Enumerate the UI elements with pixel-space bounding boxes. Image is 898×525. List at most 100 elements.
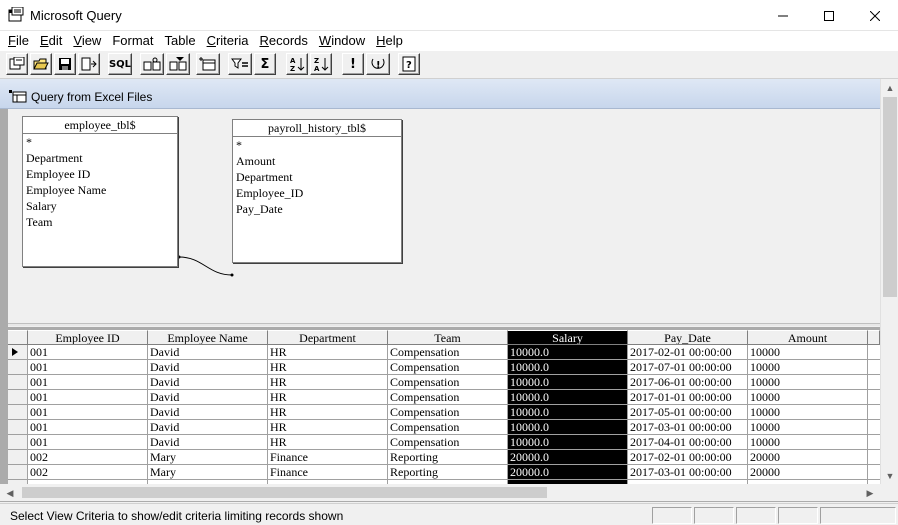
grid-cell[interactable]: 002	[28, 450, 148, 465]
row-selector[interactable]	[8, 390, 28, 405]
grid-cell[interactable]: Compensation	[388, 405, 508, 420]
column-header[interactable]: Employee Name	[148, 330, 268, 345]
grid-cell[interactable]: HR	[268, 405, 388, 420]
row-selector[interactable]	[8, 450, 28, 465]
grid-cell[interactable]: Reporting	[388, 465, 508, 480]
grid-cell[interactable]: HR	[268, 420, 388, 435]
grid-cell[interactable]: 10000.0	[508, 390, 628, 405]
minimize-button[interactable]	[760, 0, 806, 31]
scroll-down-icon[interactable]: ▼	[882, 468, 898, 484]
row-selector[interactable]	[8, 405, 28, 420]
column-header[interactable]: Amount	[748, 330, 868, 345]
field-item[interactable]: Employee Name	[23, 182, 177, 198]
grid-cell[interactable]: 10000	[748, 435, 868, 450]
grid-cell[interactable]: 2017-01-01 00:00:00	[628, 390, 748, 405]
sort-descending-button[interactable]: ZA	[310, 53, 332, 75]
menu-criteria[interactable]: Criteria	[203, 31, 253, 51]
grid-cell[interactable]: 20000	[748, 450, 868, 465]
grid-cell[interactable]: Finance	[268, 450, 388, 465]
grid-cell[interactable]: Compensation	[388, 375, 508, 390]
menu-file[interactable]: File	[4, 31, 33, 51]
grid-cell[interactable]: David	[148, 405, 268, 420]
menu-view[interactable]: View	[69, 31, 105, 51]
field-item[interactable]: Department	[233, 169, 401, 185]
horizontal-scrollbar[interactable]: ◀ ▶	[0, 484, 880, 501]
grid-cell[interactable]: 10000	[748, 390, 868, 405]
grid-cell[interactable]: 10000.0	[508, 375, 628, 390]
menu-window[interactable]: Window	[315, 31, 369, 51]
query-now-button[interactable]: !	[342, 53, 364, 75]
grid-cell[interactable]: 2017-02-01 00:00:00	[628, 345, 748, 360]
grid-cell[interactable]: HR	[268, 375, 388, 390]
table-employee[interactable]: employee_tbl$ * Department Employee ID E…	[22, 116, 178, 267]
grid-cell[interactable]: 002	[28, 465, 148, 480]
grid-cell[interactable]: 001	[28, 375, 148, 390]
totals-button[interactable]: Σ	[254, 53, 276, 75]
grid-cell[interactable]: Compensation	[388, 390, 508, 405]
grid-cell[interactable]: Mary	[148, 465, 268, 480]
field-item[interactable]: Amount	[233, 153, 401, 169]
open-query-button[interactable]	[30, 53, 52, 75]
column-header[interactable]: Salary	[508, 330, 628, 345]
grid-cell[interactable]: David	[148, 435, 268, 450]
grid-cell[interactable]: HR	[268, 360, 388, 375]
field-item[interactable]: Department	[23, 150, 177, 166]
field-item[interactable]: *	[233, 137, 401, 153]
grid-cell[interactable]: Compensation	[388, 420, 508, 435]
criteria-equals-button[interactable]	[228, 53, 252, 75]
column-header[interactable]: Employee ID	[28, 330, 148, 345]
view-sql-button[interactable]: SQL	[108, 53, 132, 75]
grid-cell[interactable]: 2017-04-01 00:00:00	[628, 435, 748, 450]
maximize-button[interactable]	[806, 0, 852, 31]
grid-cell[interactable]: 001	[28, 405, 148, 420]
pane-splitter[interactable]	[8, 323, 880, 326]
grid-cell[interactable]: 20000	[748, 465, 868, 480]
grid-cell[interactable]: 001	[28, 345, 148, 360]
row-selector[interactable]	[8, 375, 28, 390]
row-selector[interactable]	[8, 420, 28, 435]
row-selector[interactable]	[8, 435, 28, 450]
row-selector[interactable]	[8, 345, 28, 360]
grid-cell[interactable]: 001	[28, 390, 148, 405]
menu-records[interactable]: Records	[255, 31, 311, 51]
grid-cell[interactable]: 20000.0	[508, 450, 628, 465]
grid-cell[interactable]: 2017-03-01 00:00:00	[628, 420, 748, 435]
table-payroll-history[interactable]: payroll_history_tbl$ * Amount Department…	[232, 119, 402, 263]
grid-cell[interactable]: 2017-03-01 00:00:00	[628, 465, 748, 480]
grid-cell[interactable]: 10000.0	[508, 405, 628, 420]
show-tables-button[interactable]	[140, 53, 164, 75]
vertical-scroll-thumb[interactable]	[883, 97, 897, 297]
column-header[interactable]: Department	[268, 330, 388, 345]
grid-cell[interactable]: HR	[268, 345, 388, 360]
field-item[interactable]: *	[23, 134, 177, 150]
grid-cell[interactable]: 10000	[748, 345, 868, 360]
column-header[interactable]: Pay_Date	[628, 330, 748, 345]
row-selector[interactable]	[8, 465, 28, 480]
grid-cell[interactable]: 2017-02-01 00:00:00	[628, 450, 748, 465]
grid-cell[interactable]: 2017-06-01 00:00:00	[628, 375, 748, 390]
return-data-button[interactable]	[78, 53, 100, 75]
grid-cell[interactable]: Finance	[268, 465, 388, 480]
grid-cell[interactable]: David	[148, 390, 268, 405]
grid-cell[interactable]: 10000.0	[508, 420, 628, 435]
scroll-right-icon[interactable]: ▶	[862, 485, 878, 501]
show-criteria-button[interactable]	[166, 53, 190, 75]
grid-corner-cell[interactable]	[8, 330, 28, 345]
grid-cell[interactable]: HR	[268, 435, 388, 450]
add-tables-button[interactable]	[196, 53, 220, 75]
field-item[interactable]: Pay_Date	[233, 201, 401, 217]
grid-cell[interactable]: David	[148, 375, 268, 390]
column-header[interactable]: Team	[388, 330, 508, 345]
grid-cell[interactable]: David	[148, 420, 268, 435]
horizontal-scroll-thumb[interactable]	[22, 487, 547, 498]
grid-cell[interactable]: 10000	[748, 420, 868, 435]
grid-cell[interactable]: David	[148, 345, 268, 360]
scroll-left-icon[interactable]: ◀	[2, 485, 18, 501]
auto-query-button[interactable]: !	[366, 53, 390, 75]
grid-cell[interactable]: HR	[268, 390, 388, 405]
grid-cell[interactable]: Reporting	[388, 450, 508, 465]
grid-cell[interactable]: 10000	[748, 405, 868, 420]
grid-cell[interactable]: 10000.0	[508, 345, 628, 360]
menu-format[interactable]: Format	[108, 31, 157, 51]
field-item[interactable]: Salary	[23, 198, 177, 214]
